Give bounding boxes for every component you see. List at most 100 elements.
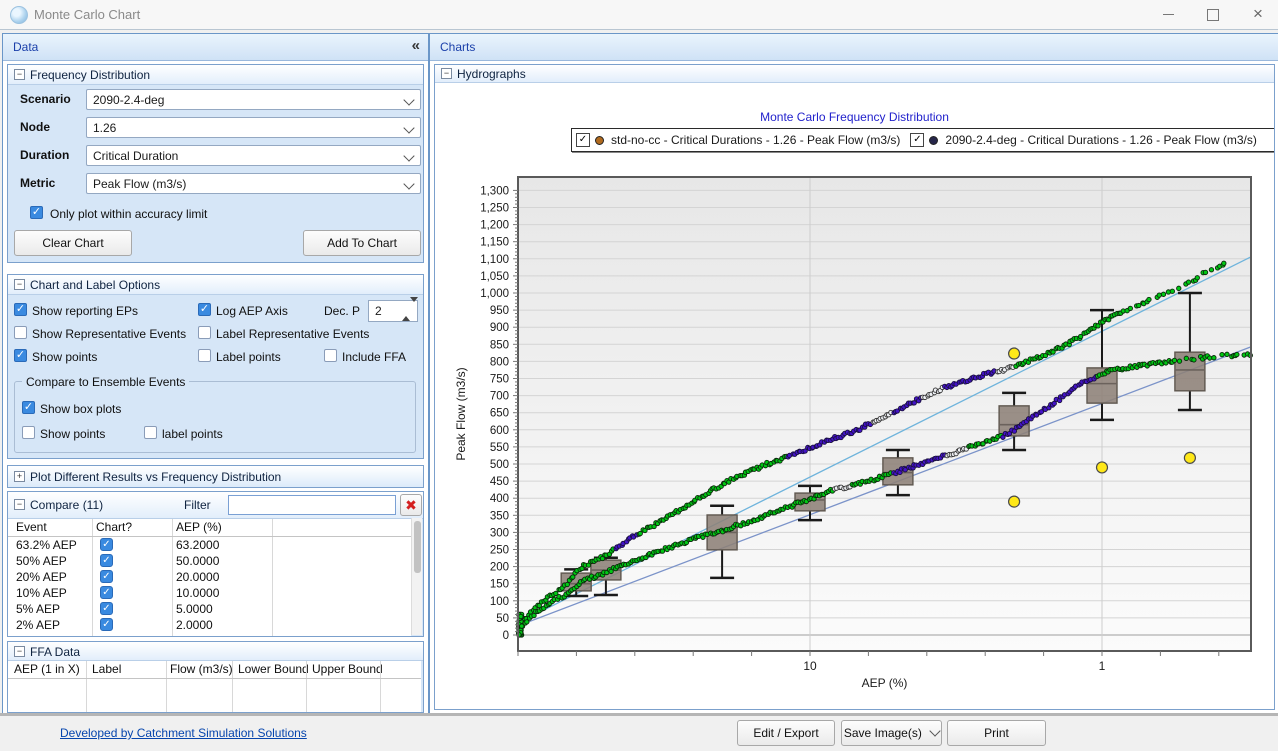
decimal-places-value: 2 (375, 304, 382, 318)
show-reporting-eps-label: Show reporting EPs (32, 304, 138, 318)
charts-panel-title: Charts (440, 40, 475, 54)
svg-text:850: 850 (490, 339, 509, 351)
spin-down-icon[interactable] (410, 297, 418, 316)
column-header[interactable]: Label (92, 662, 121, 676)
column-header[interactable]: Lower Bound (238, 662, 309, 676)
collapse-panel-button[interactable]: « (412, 37, 420, 54)
collapse-section-icon[interactable]: − (14, 646, 25, 657)
chart-checkbox[interactable]: ✓ (100, 538, 113, 551)
dropdown-chevron-icon (930, 725, 941, 736)
section-title: Frequency Distribution (30, 68, 150, 82)
svg-text:400: 400 (490, 493, 509, 505)
node-dropdown[interactable]: 1.26 (86, 117, 421, 138)
label-representative-events-label: Label Representative Events (216, 327, 369, 341)
chart-checkbox[interactable]: ✓ (100, 554, 113, 567)
ensemble-events-group (14, 381, 416, 453)
data-panel-header: Data « (3, 34, 428, 61)
event-cell: 10% AEP (16, 586, 67, 600)
duration-dropdown[interactable]: Critical Duration (86, 145, 421, 166)
aep-cell: 10.0000 (176, 586, 219, 600)
svg-text:1: 1 (1099, 659, 1106, 673)
scenario-dropdown[interactable]: 2090-2.4-deg (86, 89, 421, 110)
label-representative-events-checkbox[interactable] (198, 326, 211, 339)
log-aep-axis-checkbox[interactable]: ✓ (198, 303, 211, 316)
clear-filter-button[interactable]: ✖ (400, 494, 422, 516)
svg-text:550: 550 (490, 442, 509, 454)
column-header[interactable]: Upper Bound (312, 662, 383, 676)
show-points-checkbox[interactable]: ✓ (14, 349, 27, 362)
svg-text:650: 650 (490, 408, 509, 420)
compare-scrollbar-thumb[interactable] (414, 521, 421, 573)
expand-section-icon[interactable]: + (14, 471, 25, 482)
svg-text:350: 350 (490, 510, 509, 522)
compare-title: Compare (11) (30, 498, 103, 512)
ensemble-show-points-checkbox[interactable] (22, 426, 35, 439)
show-reporting-eps-checkbox[interactable]: ✓ (14, 303, 27, 316)
add-to-chart-button[interactable]: Add To Chart (303, 230, 421, 256)
print-button[interactable]: Print (947, 720, 1046, 746)
chart-checkbox[interactable]: ✓ (100, 586, 113, 599)
column-header[interactable]: Flow (m3/s) (170, 662, 233, 676)
ensemble-label-points-checkbox[interactable] (144, 426, 157, 439)
spinner-arrows[interactable] (402, 302, 415, 316)
chevron-down-icon (403, 178, 414, 189)
label-points-checkbox[interactable] (198, 349, 211, 362)
column-header[interactable]: Chart? (96, 520, 132, 534)
section-title: Plot Different Results vs Frequency Dist… (30, 470, 281, 484)
svg-text:600: 600 (490, 425, 509, 437)
accuracy-limit-checkbox[interactable]: ✓ (30, 206, 43, 219)
monte-carlo-chart-window: { "window": { "title": "Monte Carlo Char… (0, 0, 1278, 751)
dropdown-value: Peak Flow (m3/s) (93, 177, 186, 191)
svg-text:200: 200 (490, 562, 509, 574)
chevron-down-icon (403, 150, 414, 161)
decimal-places-spinner[interactable]: 2 (368, 300, 418, 322)
aep-cell: 63.2000 (176, 538, 219, 552)
ffa-table: AEP (1 in X) Label Flow (m3/s) Lower BoundU… (8, 660, 421, 712)
include-ffa-checkbox[interactable] (324, 349, 337, 362)
save-images-button[interactable]: Save Image(s) (841, 720, 942, 746)
maximize-button[interactable] (1196, 0, 1230, 28)
field-label: Duration (20, 148, 69, 162)
svg-text:900: 900 (490, 322, 509, 334)
clear-chart-button[interactable]: Clear Chart (14, 230, 132, 256)
frequency-distribution-chart[interactable]: 0501001502002503003504004505005506006507… (435, 65, 1274, 690)
event-cell: 20% AEP (16, 570, 67, 584)
field-label: Scenario (20, 92, 71, 106)
edit-export-button[interactable]: Edit / Export (737, 720, 835, 746)
chart-checkbox[interactable]: ✓ (100, 570, 113, 583)
filter-input[interactable] (228, 495, 396, 515)
show-representative-events-checkbox[interactable] (14, 326, 27, 339)
collapse-section-icon[interactable]: − (14, 499, 25, 510)
aep-cell: 2.0000 (176, 618, 213, 632)
collapse-section-icon[interactable]: − (14, 279, 25, 290)
column-header[interactable]: AEP (1 in X) (14, 662, 80, 676)
ffa-title: FFA Data (30, 645, 80, 659)
svg-text:300: 300 (490, 527, 509, 539)
field-label: Node (20, 120, 50, 134)
app-logo-icon (10, 6, 28, 24)
show-box-plots-checkbox[interactable]: ✓ (22, 401, 35, 414)
svg-text:750: 750 (490, 374, 509, 386)
collapse-section-icon[interactable]: − (14, 69, 25, 80)
developer-link[interactable]: Developed by Catchment Simulation Soluti… (60, 726, 307, 740)
column-header[interactable]: AEP (%) (176, 520, 222, 534)
svg-text:0: 0 (503, 630, 509, 642)
svg-text:1,150: 1,150 (480, 237, 509, 249)
chart-checkbox[interactable]: ✓ (100, 618, 113, 631)
maximize-icon (1207, 9, 1219, 21)
minimize-button[interactable] (1151, 0, 1185, 28)
show-box-plots-label: Show box plots (40, 402, 121, 416)
aep-cell: 50.0000 (176, 554, 219, 568)
svg-text:700: 700 (490, 391, 509, 403)
compare-scrollbar[interactable] (411, 518, 422, 635)
frequency-distribution-section: − Frequency Distribution Scenario 2090-2.… (7, 64, 424, 263)
close-button[interactable]: × (1241, 0, 1275, 28)
log-aep-axis-label: Log AEP Axis (216, 304, 288, 318)
metric-dropdown[interactable]: Peak Flow (m3/s) (86, 173, 421, 194)
outlier-point (1097, 462, 1108, 473)
chart-checkbox[interactable]: ✓ (100, 602, 113, 615)
spin-up-icon[interactable] (402, 302, 410, 321)
field-label: Metric (20, 176, 55, 190)
column-header[interactable]: Event (16, 520, 47, 534)
y-axis-label: Peak Flow (m3/s) (454, 367, 468, 460)
